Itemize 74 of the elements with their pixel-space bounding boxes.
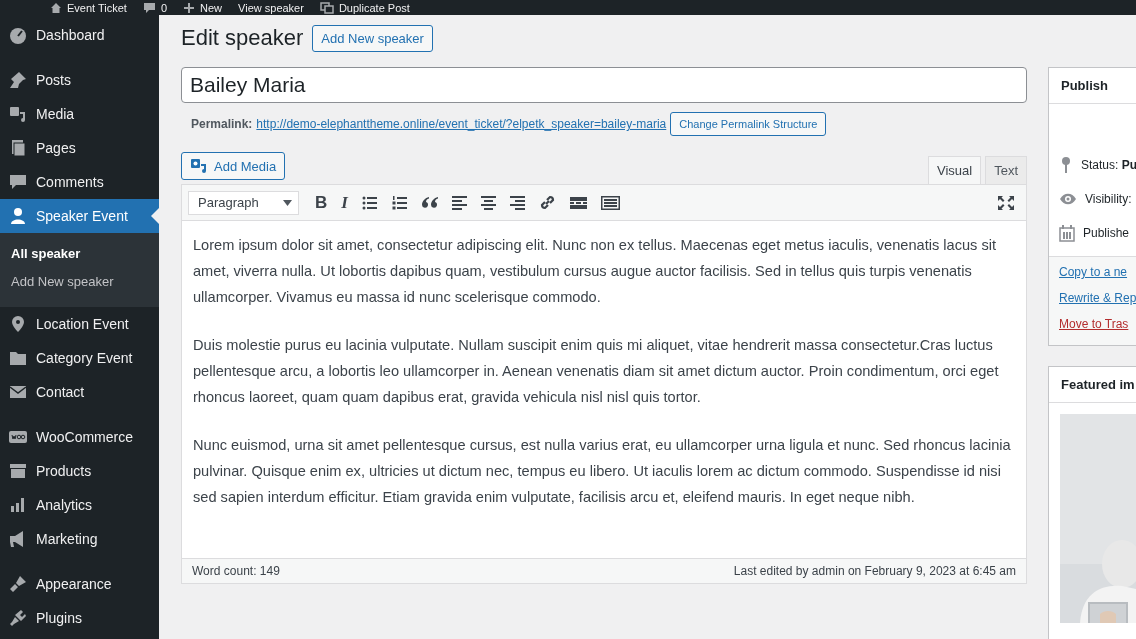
menu-item[interactable]: Products bbox=[0, 454, 159, 488]
keyboard-icon[interactable] bbox=[600, 195, 620, 210]
bullet-list-icon[interactable] bbox=[361, 195, 378, 210]
publish-link[interactable]: Rewrite & Rep bbox=[1059, 291, 1136, 305]
person-icon bbox=[8, 206, 28, 226]
panel-title: Publish bbox=[1049, 68, 1136, 104]
comment-icon bbox=[142, 1, 156, 14]
submenu-item[interactable]: Add New speaker bbox=[0, 268, 159, 296]
media-icon bbox=[8, 104, 28, 124]
permalink-label: Permalink: bbox=[191, 117, 253, 131]
quote-icon[interactable] bbox=[421, 196, 438, 209]
publish-link[interactable]: Move to Tras bbox=[1059, 317, 1136, 331]
current-menu-pointer bbox=[151, 208, 159, 224]
body-paragraph: Lorem ipsum dolor sit amet, consectetur adipiscing elit. Nunc non ex tellus. Maecenas eget metus iaculis, venenatis lacus sit amet, viverra nulla. Ut lobortis dapibus quam, vestibulum cursus augue auctor facilisis. Sed in tellus quis turpis venenatis ullamcorper. Vivamus eu massa id nunc scelerisque commodo. bbox=[193, 236, 998, 307]
admin-bar-link[interactable]: View speaker bbox=[238, 1, 304, 14]
admin-bar-link[interactable]: New bbox=[200, 1, 223, 14]
pin-icon bbox=[8, 70, 28, 90]
publish-link[interactable]: Copy to a ne bbox=[1059, 265, 1136, 279]
menu-item[interactable]: Speaker Event bbox=[0, 199, 159, 233]
align-center-icon[interactable] bbox=[480, 195, 496, 210]
link-icon[interactable] bbox=[538, 194, 556, 211]
align-right-icon[interactable] bbox=[509, 195, 525, 210]
plus-icon bbox=[183, 1, 196, 14]
menu-item[interactable]: Plugins bbox=[0, 601, 159, 635]
menu-item[interactable]: Location Event bbox=[0, 307, 159, 341]
panel-title: Featured im bbox=[1049, 367, 1136, 403]
menu-item[interactable]: Pages bbox=[0, 131, 159, 165]
publish-detail: Publishe bbox=[1083, 226, 1130, 240]
media-icon bbox=[190, 158, 208, 174]
bold-button[interactable]: B bbox=[315, 192, 328, 213]
admin-bar-link[interactable]: 0 bbox=[160, 1, 168, 14]
change-permalink-button[interactable]: Change Permalink Structure bbox=[670, 112, 827, 136]
body-paragraph: Duis molestie purus eu lacinia vulputate. Nullam suscipit enim quis mi aliquet, vitae hendrerit massa consectetur.Cras luctus pellentesque arcu, a lobortis leo ullamcorper in. Aenean venenatis diam sit amet dictum auctor. Proin condimentum, orci eget rhoncus laoreet, quam quam dapibus erat, gravida vehicula nisl nisl quis tortor. bbox=[193, 336, 1000, 407]
admin-bar-link[interactable]: Duplicate Post bbox=[338, 1, 410, 14]
box-icon bbox=[8, 461, 28, 481]
submenu-item[interactable]: All speaker bbox=[0, 240, 159, 268]
word-count: Word count: 149 bbox=[192, 564, 280, 578]
dashboard-icon bbox=[8, 25, 28, 45]
menu-item[interactable]: Contact bbox=[0, 375, 159, 409]
page-title: Edit speaker bbox=[181, 25, 304, 51]
read-more-icon[interactable] bbox=[569, 196, 587, 209]
menu-item[interactable]: Posts bbox=[0, 63, 159, 97]
menu-item[interactable]: Media bbox=[0, 97, 159, 131]
menu-item[interactable]: Category Event bbox=[0, 341, 159, 375]
italic-button[interactable]: I bbox=[341, 192, 348, 213]
fullscreen-icon[interactable] bbox=[998, 195, 1014, 210]
menu-item[interactable]: Comments bbox=[0, 165, 159, 199]
caret-icon bbox=[283, 199, 292, 206]
comment-icon bbox=[8, 172, 28, 192]
menu-item[interactable]: Marketing bbox=[0, 522, 159, 556]
menu-item[interactable]: Analytics bbox=[0, 488, 159, 522]
brush-icon bbox=[8, 574, 28, 594]
admin-bar-link[interactable]: Event Ticket bbox=[67, 1, 127, 14]
align-left-icon[interactable] bbox=[451, 195, 467, 210]
body-paragraph: Nunc euismod, urna sit amet pellentesque cursus, est nulla varius erat, eu ullamcorper urna ligula et nunc. Sed rhoncus lacinia pulvinar. Quisque enim ex, ultricies ut dictum nec, tempus eu libero. Ut iaculis lorem ac dictum commodo. Suspendisse id nisi sed sapien interdum efficitur. Etiam gravida enim vulputate, facilisis arcu et, eleifend mauris. In eget neque nibh. bbox=[193, 436, 1012, 507]
add-media-button[interactable]: Add Media bbox=[181, 152, 286, 180]
editor-tab[interactable]: Visual bbox=[927, 156, 982, 184]
plug-icon bbox=[8, 608, 28, 628]
editor-tab[interactable]: Text bbox=[985, 156, 1027, 184]
title-field[interactable]: Bailey Maria bbox=[181, 67, 1027, 103]
format-select[interactable]: Paragraph bbox=[188, 190, 299, 215]
publish-detail: Status: Pu bbox=[1081, 158, 1136, 172]
eye-icon bbox=[1059, 193, 1077, 205]
last-edited-text: Last edited by admin on February 9, 2023 at 6:45 am bbox=[733, 564, 1016, 578]
numbered-list-icon[interactable] bbox=[391, 195, 408, 210]
house-icon bbox=[50, 1, 62, 14]
menu-item[interactable]: WooCommerce bbox=[0, 420, 159, 454]
menu-item[interactable]: Dashboard bbox=[0, 18, 159, 52]
permalink-link[interactable]: http://demo-elephanttheme.online/event_ticket/?elpetk_speaker=bailey-maria bbox=[256, 117, 667, 131]
calendar-icon bbox=[1059, 224, 1075, 242]
publish-detail: Visibility: bbox=[1085, 192, 1132, 206]
pin-icon bbox=[1059, 156, 1073, 174]
menu-item[interactable]: Appearance bbox=[0, 567, 159, 601]
add-new-button[interactable]: Add New speaker bbox=[312, 24, 433, 52]
